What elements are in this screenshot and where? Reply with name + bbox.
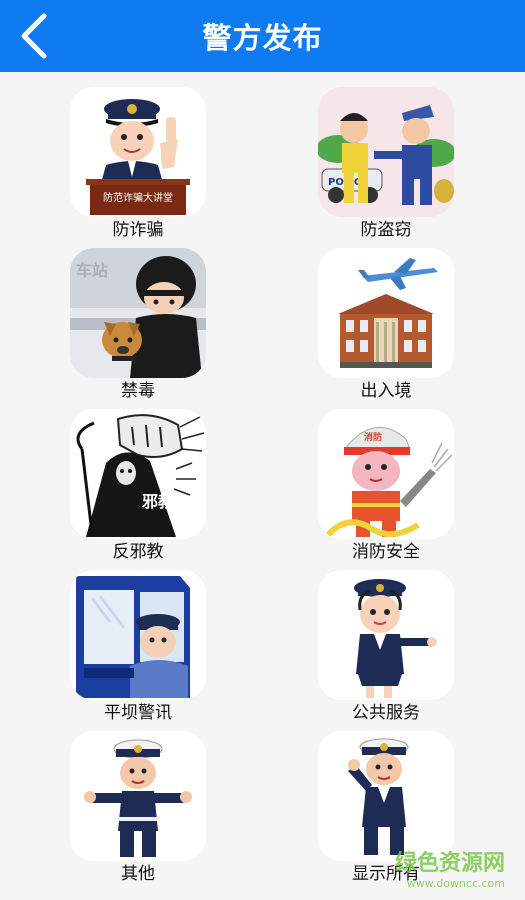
cult-text: 邪教	[141, 492, 175, 511]
page-title: 警方发布	[202, 21, 323, 55]
menu-item-fire-safety[interactable]: 消防 消防安全	[296, 409, 476, 567]
anti-cult-fist-icon: 邪教	[70, 409, 206, 539]
menu-item-label: 平坝警讯	[104, 703, 172, 723]
firefighter-hose-icon: 消防	[318, 409, 454, 539]
menu-item-public-service[interactable]: 公共服务	[296, 570, 476, 728]
anti-fraud-police-lecture-icon: 防范诈骗大讲堂	[70, 87, 206, 217]
helmet-text: 消防	[364, 431, 382, 443]
immigration-airplane-building-icon	[318, 248, 454, 378]
site-watermark: 绿色资源网 www.downcc.com	[395, 845, 505, 890]
saluting-police-icon	[318, 731, 454, 861]
traffic-police-icon	[70, 731, 206, 861]
anti-theft-arrest-icon: POLICE	[318, 87, 454, 217]
anti-drug-police-dog-icon: 车站	[70, 248, 206, 378]
menu-item-label: 禁毒	[121, 381, 155, 401]
menu-item-label: 反邪教	[112, 542, 164, 562]
back-button[interactable]	[10, 6, 58, 66]
menu-item-label: 其他	[121, 864, 155, 884]
app-header: 警方发布	[0, 0, 525, 72]
menu-item-label: 公共服务	[352, 703, 420, 723]
menu-item-label: 消防安全	[352, 542, 420, 562]
menu-item-anti-cult[interactable]: 邪教 反邪教	[48, 409, 228, 567]
menu-item-immigration[interactable]: 出入境	[296, 248, 476, 406]
chevron-left-icon	[21, 13, 47, 59]
station-sign-text: 车站	[76, 261, 108, 280]
menu-item-anti-drug[interactable]: 车站 禁毒	[48, 248, 228, 406]
menu-item-label: 防诈骗	[112, 220, 164, 240]
policewoman-pointing-icon	[318, 570, 454, 700]
menu-item-other[interactable]: 其他	[48, 731, 228, 889]
menu-item-label: 防盗窃	[360, 220, 412, 240]
menu-item-anti-theft[interactable]: POLICE 防盗窃	[296, 87, 476, 245]
podium-text: 防范诈骗大讲堂	[103, 191, 173, 204]
menu-item-label: 出入境	[360, 381, 412, 401]
watermark-title: 绿色资源网	[394, 851, 505, 876]
watermark-url: www.downcc.com	[406, 877, 505, 890]
menu-item-anti-fraud[interactable]: 防范诈骗大讲堂 防诈骗	[48, 87, 228, 245]
menu-item-pingba-police-news[interactable]: 平坝警讯	[48, 570, 228, 728]
police-car-window-icon	[70, 570, 206, 700]
